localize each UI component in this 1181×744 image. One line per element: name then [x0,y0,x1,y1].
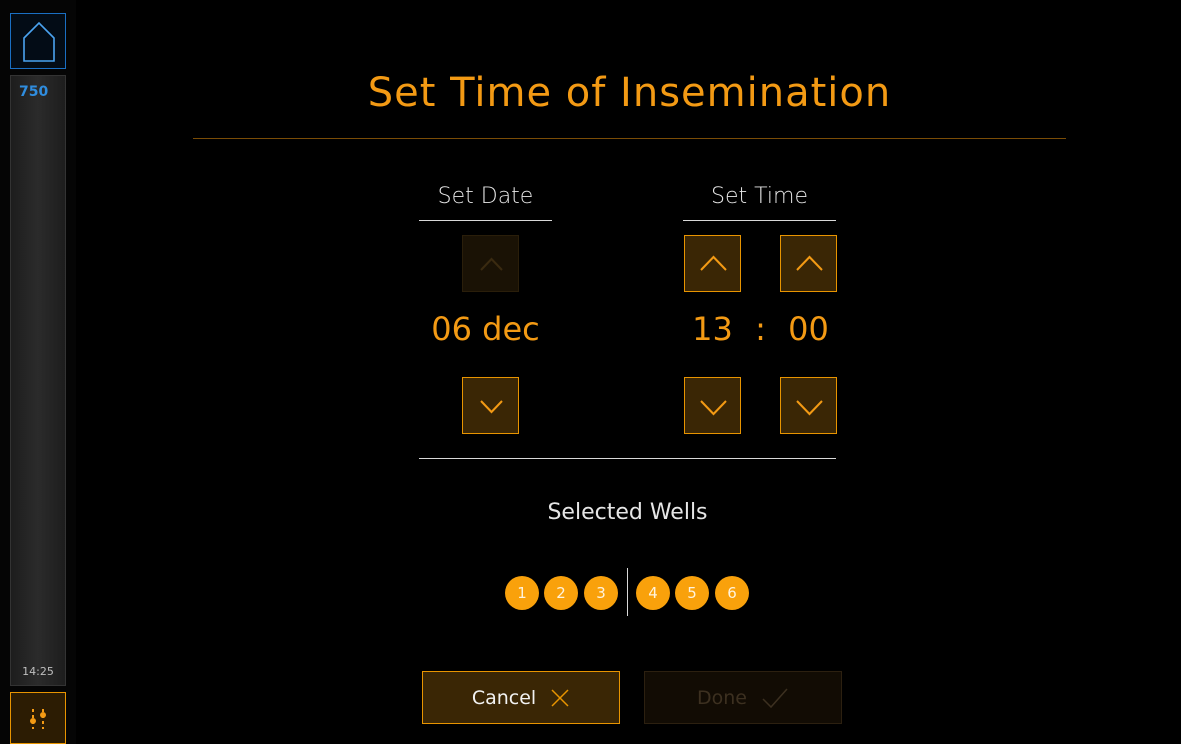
home-button[interactable] [10,13,66,69]
page-title: Set Time of Insemination [367,70,892,116]
settings-button[interactable] [10,692,66,744]
hour-up-button[interactable] [684,235,741,292]
cancel-button[interactable]: Cancel [422,671,620,724]
well-6[interactable]: 6 [715,576,749,610]
sidebar: 750 14:25 [0,0,76,744]
date-down-button[interactable] [462,377,519,434]
set-time-rule [683,220,836,221]
well-2[interactable]: 2 [544,576,578,610]
well-3[interactable]: 3 [584,576,618,610]
minute-up-button[interactable] [780,235,837,292]
embryo-count: 750 [19,84,49,100]
set-date-header: Set Date [437,184,534,209]
minute-down-button[interactable] [780,377,837,434]
checkmark-icon [762,688,788,708]
chevron-down-icon [480,400,503,414]
title-divider [193,138,1066,139]
chevron-up-icon [700,255,727,271]
well-5[interactable]: 5 [675,576,709,610]
chevron-up-icon [796,255,823,271]
wells-row: 1 2 3 4 5 6 [0,568,1181,616]
done-label: Done [697,686,747,709]
close-icon [551,688,569,707]
sliders-icon [30,709,46,729]
chevron-up-icon [480,257,503,271]
home-icon [23,21,55,62]
minute-value: 00 [788,310,829,348]
screen: 750 14:25 Set Time of Insemination Set D… [0,0,1181,744]
time-separator: : [755,310,766,348]
done-button[interactable]: Done [644,671,842,724]
date-value: 06 dec [431,310,540,348]
hour-down-button[interactable] [684,377,741,434]
set-time-header: Set Time [711,184,808,209]
chevron-down-icon [700,400,727,416]
well-4[interactable]: 4 [636,576,670,610]
hour-value: 13 [692,310,733,348]
wells-separator [627,568,628,616]
well-1[interactable]: 1 [505,576,539,610]
set-date-rule [419,220,552,221]
section-divider [419,458,836,459]
cancel-label: Cancel [471,686,537,709]
clock: 14:25 [22,665,54,678]
selected-wells-label: Selected Wells [547,500,708,525]
date-up-button[interactable] [462,235,519,292]
chevron-down-icon [796,400,823,416]
